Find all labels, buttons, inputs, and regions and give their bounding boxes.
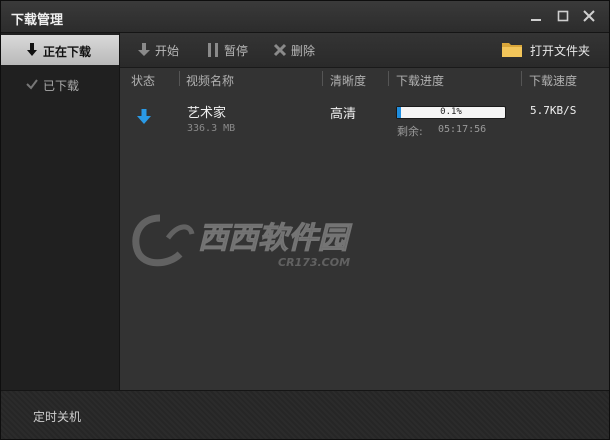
minimize-button[interactable] (528, 8, 544, 24)
minimize-icon (531, 19, 541, 21)
quality-label: 高清 (330, 107, 357, 122)
progress-text: 0.1% (440, 107, 462, 117)
toolbar: 开始 暂停 删除 打开文件夹 (120, 33, 609, 68)
folder-icon (502, 43, 522, 57)
close-icon (583, 10, 595, 22)
maximize-button[interactable] (555, 8, 571, 24)
sidebar-item-label: 已下载 (43, 79, 80, 93)
column-divider (179, 71, 180, 86)
column-header-progress: 下载进度 (396, 74, 445, 88)
column-divider (521, 71, 522, 86)
pause-icon (208, 43, 218, 57)
download-list: 状态 视频名称 清晰度 下载进度 下载速度 艺术家 336.3 MB 高清 0.… (120, 68, 609, 390)
scheduled-shutdown-button[interactable]: 定时关机 (33, 408, 81, 425)
delete-icon (273, 43, 287, 57)
checkmark-icon (26, 79, 38, 90)
watermark-brand: 西西软件园 (198, 221, 353, 256)
sidebar-item-downloaded[interactable]: 已下载 (1, 69, 119, 99)
watermark-domain: CR173.COM (278, 256, 350, 269)
close-button[interactable] (581, 8, 597, 24)
table-header: 状态 视频名称 清晰度 下载进度 下载速度 (120, 68, 609, 90)
window-title: 下载管理 (11, 13, 64, 28)
footer-bar: 定时关机 (1, 390, 609, 439)
column-header-name: 视频名称 (186, 74, 235, 88)
download-manager-window: 下载管理 正在下载 已下载 开始 暂停 删除 打开文件夹 状态 视频名称 清晰度… (0, 0, 610, 440)
column-header-speed: 下载速度 (529, 74, 578, 88)
sidebar-item-label: 正在下载 (43, 45, 92, 59)
remaining-time: 05:17:56 (438, 124, 487, 135)
title-bar[interactable]: 下载管理 (1, 1, 609, 33)
maximize-icon (557, 10, 569, 22)
table-row[interactable]: 艺术家 336.3 MB 高清 0.1% 剩余: 05:17:56 5.7KB/… (120, 92, 609, 142)
watermark-logo: 西西软件园 CR173.COM (132, 214, 353, 269)
arrow-down-icon (138, 43, 150, 56)
arrow-down-icon (27, 43, 37, 56)
remaining-label: 剩余: (397, 125, 423, 138)
column-divider (388, 71, 389, 86)
sidebar-item-downloading[interactable]: 正在下载 (1, 35, 119, 65)
sidebar: 正在下载 已下载 (1, 33, 120, 390)
column-divider (322, 71, 323, 86)
download-speed: 5.7KB/S (530, 104, 577, 117)
column-header-quality: 清晰度 (330, 74, 367, 88)
video-name: 艺术家 (187, 106, 227, 121)
progress-bar: 0.1% (396, 106, 506, 119)
column-header-status: 状态 (131, 74, 156, 88)
file-size: 336.3 MB (187, 123, 236, 134)
download-arrow-icon (137, 109, 151, 124)
